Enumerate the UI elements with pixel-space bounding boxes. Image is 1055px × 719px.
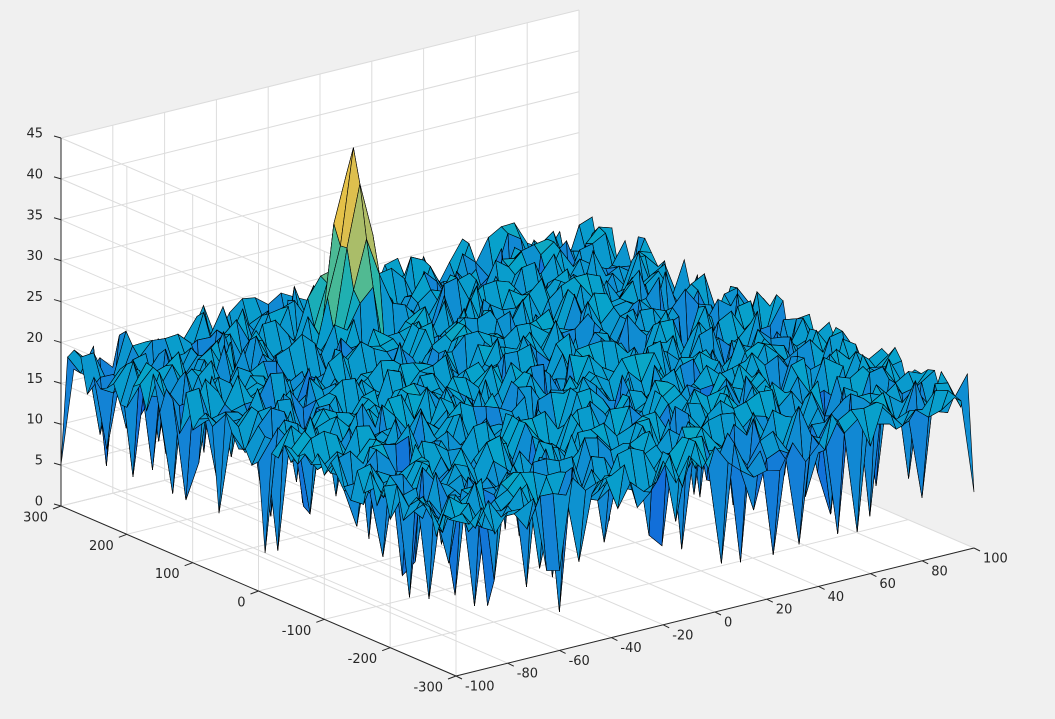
surface-plot-figure: -100-80-60-40-20020406080100-300-200-100… — [23, 9, 1008, 696]
x-tick — [818, 585, 825, 590]
y-tick — [381, 647, 391, 652]
z-tick-label: 5 — [35, 454, 43, 469]
y-tick-label: -100 — [282, 624, 312, 639]
y-tick-label: 200 — [89, 539, 114, 554]
y-tick-label: 0 — [237, 596, 245, 611]
y-tick — [250, 590, 259, 595]
surface-face — [954, 372, 975, 493]
z-tick — [53, 421, 62, 425]
z-tick-label: 45 — [26, 127, 43, 142]
x-tick — [921, 560, 929, 565]
x-tick — [507, 662, 515, 667]
z-tick — [53, 135, 62, 139]
z-tick-label: 25 — [26, 290, 43, 305]
y-tick-label: -200 — [348, 652, 378, 667]
x-tick-label: 80 — [931, 564, 948, 579]
y-tick-label: 300 — [23, 511, 48, 526]
y-tick — [52, 505, 62, 510]
y-tick-label: -300 — [413, 681, 443, 696]
x-tick — [973, 547, 981, 552]
z-tick-label: 35 — [26, 208, 43, 223]
x-tick-label: -20 — [672, 628, 693, 643]
z-tick-label: 20 — [26, 331, 43, 346]
x-tick-label: 40 — [828, 590, 845, 605]
y-tick — [447, 675, 457, 680]
x-tick-label: 20 — [776, 603, 793, 618]
z-tick-label: 10 — [26, 413, 43, 428]
y-tick-label: 100 — [155, 567, 180, 582]
y-tick — [316, 618, 325, 623]
x-tick-label: 0 — [724, 616, 732, 631]
x-tick-label: -100 — [465, 680, 495, 695]
y-tick — [118, 533, 128, 538]
z-tick — [53, 503, 62, 507]
x-tick — [611, 637, 618, 642]
z-tick-label: 40 — [26, 167, 43, 182]
z-tick — [53, 339, 62, 343]
z-tick — [53, 176, 62, 180]
x-tick-label: -40 — [620, 641, 641, 656]
z-tick — [53, 380, 62, 384]
x-tick-label: 60 — [879, 577, 896, 592]
x-tick-label: -80 — [517, 667, 538, 682]
z-tick-label: 15 — [26, 372, 43, 387]
x-tick-label: -60 — [569, 654, 590, 669]
x-tick — [870, 573, 877, 578]
x-tick — [662, 624, 670, 629]
z-tick — [53, 217, 62, 221]
x-tick — [714, 611, 722, 616]
z-tick — [53, 299, 62, 303]
z-tick — [53, 462, 62, 466]
y-tick — [184, 562, 193, 567]
z-tick-label: 30 — [26, 249, 43, 264]
x-tick — [766, 598, 774, 603]
x-tick — [559, 649, 566, 654]
x-tick-label: 100 — [983, 552, 1008, 567]
z-tick — [53, 258, 62, 262]
x-tick — [455, 675, 463, 680]
z-tick-label: 0 — [35, 495, 43, 510]
